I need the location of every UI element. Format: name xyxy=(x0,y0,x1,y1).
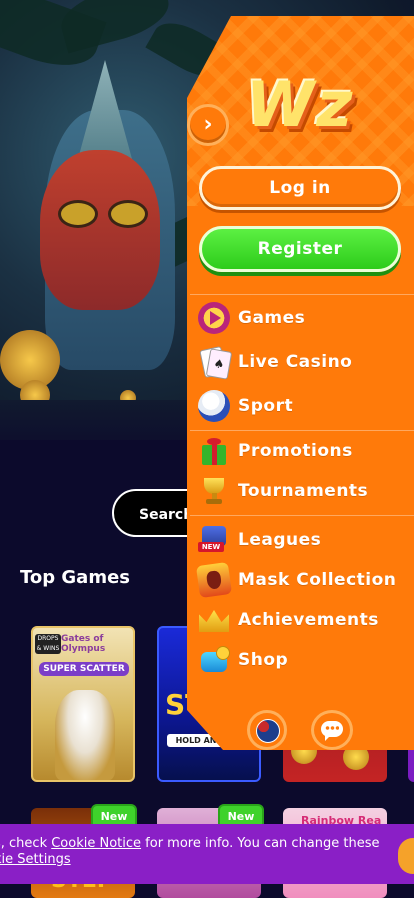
game-tag: SUPER SCATTER xyxy=(39,662,129,676)
menu-item-label: Shop xyxy=(238,650,289,670)
game-card[interactable]: DROPS & WINS Gates of Olympus SUPER SCAT… xyxy=(31,626,135,782)
menu-item-label: Games xyxy=(238,308,306,328)
play-icon xyxy=(198,302,230,334)
menu-divider xyxy=(190,430,414,431)
bag-icon xyxy=(198,644,230,676)
flag-icon xyxy=(256,719,280,743)
cookie-settings-link[interactable]: kie Settings xyxy=(0,852,71,867)
language-button[interactable] xyxy=(247,710,287,750)
search-label: Search xyxy=(139,507,194,523)
menu-item-promotions[interactable]: Promotions xyxy=(198,435,353,467)
menu-item-sport[interactable]: Sport xyxy=(198,390,293,422)
gift-icon xyxy=(198,435,230,467)
game-title: Gates of Olympus xyxy=(61,634,106,654)
menu-item-label: Leagues xyxy=(238,530,322,550)
menu-item-label: Sport xyxy=(238,396,294,416)
chevron-right-icon: › xyxy=(203,112,213,137)
menu-divider xyxy=(190,515,414,516)
menu-item-label: Tournaments xyxy=(238,481,369,501)
crown-icon xyxy=(198,604,230,636)
register-button[interactable]: Register xyxy=(199,226,401,272)
menu-item-shop[interactable]: Shop xyxy=(198,644,288,676)
menu-item-mask-collection[interactable]: Mask Collection xyxy=(195,561,397,599)
login-button[interactable]: Log in xyxy=(199,166,401,210)
menu-item-games[interactable]: Games xyxy=(198,302,305,334)
cards-icon: ♠ xyxy=(198,346,233,380)
section-title: Top Games xyxy=(20,567,131,588)
collapse-menu-button[interactable]: › xyxy=(187,104,229,146)
menu-item-label: Achievements xyxy=(238,610,379,630)
game-art xyxy=(55,690,115,780)
trophy-icon xyxy=(198,475,230,507)
cookie-banner: s, check Cookie Notice for more info. Yo… xyxy=(0,824,414,884)
mask-icon xyxy=(195,561,233,599)
menu-item-label: Live Casino xyxy=(238,352,353,372)
drops-wins-badge: DROPS & WINS xyxy=(35,634,61,654)
menu-item-label: Promotions xyxy=(238,441,353,461)
menu-item-achievements[interactable]: Achievements xyxy=(198,604,379,636)
menu-item-tournaments[interactable]: Tournaments xyxy=(198,475,368,507)
menu-item-live-casino[interactable]: ♠ Live Casino xyxy=(198,346,353,380)
cookie-text: s, check xyxy=(0,836,48,851)
ball-icon xyxy=(198,390,230,422)
leagues-icon: NEW xyxy=(198,524,230,556)
chat-button[interactable] xyxy=(311,710,353,750)
menu-item-leagues[interactable]: NEW Leagues xyxy=(198,524,321,556)
cookie-text: for more info. You can change these xyxy=(141,836,380,851)
menu-item-label: Mask Collection xyxy=(238,570,397,590)
brand-logo[interactable]: Wz xyxy=(246,70,386,140)
menu-divider xyxy=(190,294,414,295)
cookie-notice-link[interactable]: Cookie Notice xyxy=(51,836,141,851)
new-badge: NEW xyxy=(198,542,224,552)
